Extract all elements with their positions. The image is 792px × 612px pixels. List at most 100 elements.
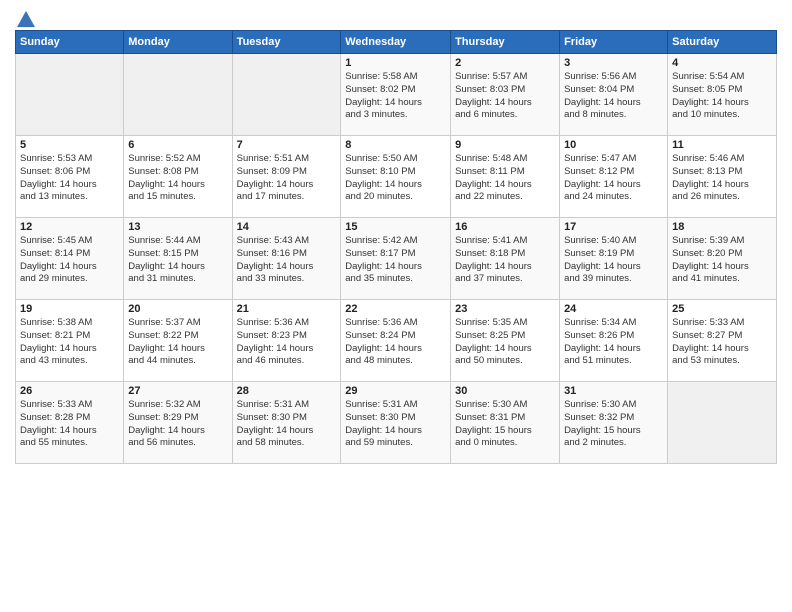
calendar-cell: 31 Sunrise: 5:30 AM Sunset: 8:32 PM Dayli… [560, 382, 668, 464]
calendar-week-5: 26 Sunrise: 5:33 AM Sunset: 8:28 PM Dayli… [16, 382, 777, 464]
calendar-cell: 17 Sunrise: 5:40 AM Sunset: 8:19 PM Dayli… [560, 218, 668, 300]
calendar-cell: 12 Sunrise: 5:45 AM Sunset: 8:14 PM Dayli… [16, 218, 124, 300]
day-info: Sunrise: 5:36 AM Sunset: 8:24 PM Dayligh… [345, 317, 446, 368]
calendar-cell [16, 54, 124, 136]
logo [15, 10, 35, 24]
day-info: Sunrise: 5:31 AM Sunset: 8:30 PM Dayligh… [237, 399, 337, 450]
calendar-week-1: 1 Sunrise: 5:58 AM Sunset: 8:02 PM Daylig… [16, 54, 777, 136]
calendar-body: 1 Sunrise: 5:58 AM Sunset: 8:02 PM Daylig… [16, 54, 777, 464]
day-number: 30 [455, 385, 555, 397]
day-number: 12 [20, 221, 119, 233]
day-number: 19 [20, 303, 119, 315]
day-number: 2 [455, 57, 555, 69]
calendar-cell: 26 Sunrise: 5:33 AM Sunset: 8:28 PM Dayli… [16, 382, 124, 464]
weekday-header-sunday: Sunday [16, 31, 124, 54]
weekday-header-tuesday: Tuesday [232, 31, 341, 54]
calendar-week-4: 19 Sunrise: 5:38 AM Sunset: 8:21 PM Dayli… [16, 300, 777, 382]
day-info: Sunrise: 5:34 AM Sunset: 8:26 PM Dayligh… [564, 317, 663, 368]
day-number: 27 [128, 385, 227, 397]
calendar-cell: 25 Sunrise: 5:33 AM Sunset: 8:27 PM Dayli… [668, 300, 777, 382]
day-info: Sunrise: 5:41 AM Sunset: 8:18 PM Dayligh… [455, 235, 555, 286]
day-info: Sunrise: 5:54 AM Sunset: 8:05 PM Dayligh… [672, 71, 772, 122]
calendar-table: SundayMondayTuesdayWednesdayThursdayFrid… [15, 30, 777, 464]
day-info: Sunrise: 5:38 AM Sunset: 8:21 PM Dayligh… [20, 317, 119, 368]
calendar-cell: 24 Sunrise: 5:34 AM Sunset: 8:26 PM Dayli… [560, 300, 668, 382]
weekday-header-friday: Friday [560, 31, 668, 54]
calendar-cell: 14 Sunrise: 5:43 AM Sunset: 8:16 PM Dayli… [232, 218, 341, 300]
day-info: Sunrise: 5:56 AM Sunset: 8:04 PM Dayligh… [564, 71, 663, 122]
day-number: 1 [345, 57, 446, 69]
calendar-cell: 9 Sunrise: 5:48 AM Sunset: 8:11 PM Daylig… [451, 136, 560, 218]
calendar-cell: 27 Sunrise: 5:32 AM Sunset: 8:29 PM Dayli… [124, 382, 232, 464]
calendar-cell: 19 Sunrise: 5:38 AM Sunset: 8:21 PM Dayli… [16, 300, 124, 382]
calendar-cell [232, 54, 341, 136]
day-info: Sunrise: 5:47 AM Sunset: 8:12 PM Dayligh… [564, 153, 663, 204]
day-number: 17 [564, 221, 663, 233]
calendar-week-3: 12 Sunrise: 5:45 AM Sunset: 8:14 PM Dayli… [16, 218, 777, 300]
day-info: Sunrise: 5:33 AM Sunset: 8:27 PM Dayligh… [672, 317, 772, 368]
day-number: 4 [672, 57, 772, 69]
day-info: Sunrise: 5:33 AM Sunset: 8:28 PM Dayligh… [20, 399, 119, 450]
day-info: Sunrise: 5:31 AM Sunset: 8:30 PM Dayligh… [345, 399, 446, 450]
day-info: Sunrise: 5:51 AM Sunset: 8:09 PM Dayligh… [237, 153, 337, 204]
calendar-cell [124, 54, 232, 136]
day-info: Sunrise: 5:36 AM Sunset: 8:23 PM Dayligh… [237, 317, 337, 368]
day-number: 3 [564, 57, 663, 69]
weekday-header-monday: Monday [124, 31, 232, 54]
day-number: 23 [455, 303, 555, 315]
calendar-cell: 4 Sunrise: 5:54 AM Sunset: 8:05 PM Daylig… [668, 54, 777, 136]
day-number: 7 [237, 139, 337, 151]
day-info: Sunrise: 5:32 AM Sunset: 8:29 PM Dayligh… [128, 399, 227, 450]
day-number: 6 [128, 139, 227, 151]
calendar-cell: 10Sunrise: 5:47 AM Sunset: 8:12 PM Dayli… [560, 136, 668, 218]
calendar-cell: 20Sunrise: 5:37 AM Sunset: 8:22 PM Dayli… [124, 300, 232, 382]
day-info: Sunrise: 5:40 AM Sunset: 8:19 PM Dayligh… [564, 235, 663, 286]
calendar-cell: 15Sunrise: 5:42 AM Sunset: 8:17 PM Dayli… [341, 218, 451, 300]
day-info: Sunrise: 5:35 AM Sunset: 8:25 PM Dayligh… [455, 317, 555, 368]
day-number: 21 [237, 303, 337, 315]
day-number: 24 [564, 303, 663, 315]
day-number: 26 [20, 385, 119, 397]
weekday-header-row: SundayMondayTuesdayWednesdayThursdayFrid… [16, 31, 777, 54]
day-info: Sunrise: 5:58 AM Sunset: 8:02 PM Dayligh… [345, 71, 446, 122]
day-number: 20 [128, 303, 227, 315]
day-number: 25 [672, 303, 772, 315]
calendar-cell: 23 Sunrise: 5:35 AM Sunset: 8:25 PM Dayli… [451, 300, 560, 382]
day-number: 8 [345, 139, 446, 151]
day-number: 29 [345, 385, 446, 397]
calendar-cell: 18 Sunrise: 5:39 AM Sunset: 8:20 PM Dayli… [668, 218, 777, 300]
day-number: 13 [128, 221, 227, 233]
calendar-header: SundayMondayTuesdayWednesdayThursdayFrid… [16, 31, 777, 54]
day-info: Sunrise: 5:53 AM Sunset: 8:06 PM Dayligh… [20, 153, 119, 204]
calendar-cell: 3 Sunrise: 5:56 AM Sunset: 8:04 PM Daylig… [560, 54, 668, 136]
day-info: Sunrise: 5:52 AM Sunset: 8:08 PM Dayligh… [128, 153, 227, 204]
calendar-cell: 1 Sunrise: 5:58 AM Sunset: 8:02 PM Daylig… [341, 54, 451, 136]
calendar-cell: 11Sunrise: 5:46 AM Sunset: 8:13 PM Dayli… [668, 136, 777, 218]
logo-icon [17, 10, 35, 28]
calendar-cell: 13Sunrise: 5:44 AM Sunset: 8:15 PM Dayli… [124, 218, 232, 300]
day-info: Sunrise: 5:50 AM Sunset: 8:10 PM Dayligh… [345, 153, 446, 204]
weekday-header-saturday: Saturday [668, 31, 777, 54]
day-info: Sunrise: 5:45 AM Sunset: 8:14 PM Dayligh… [20, 235, 119, 286]
calendar-cell [668, 382, 777, 464]
calendar-week-2: 5Sunrise: 5:53 AM Sunset: 8:06 PM Daylig… [16, 136, 777, 218]
day-info: Sunrise: 5:30 AM Sunset: 8:32 PM Dayligh… [564, 399, 663, 450]
day-number: 18 [672, 221, 772, 233]
day-number: 14 [237, 221, 337, 233]
calendar-cell: 21 Sunrise: 5:36 AM Sunset: 8:23 PM Dayli… [232, 300, 341, 382]
day-number: 9 [455, 139, 555, 151]
calendar-cell: 28 Sunrise: 5:31 AM Sunset: 8:30 PM Dayli… [232, 382, 341, 464]
day-info: Sunrise: 5:46 AM Sunset: 8:13 PM Dayligh… [672, 153, 772, 204]
day-number: 22 [345, 303, 446, 315]
day-info: Sunrise: 5:30 AM Sunset: 8:31 PM Dayligh… [455, 399, 555, 450]
day-info: Sunrise: 5:48 AM Sunset: 8:11 PM Dayligh… [455, 153, 555, 204]
day-number: 31 [564, 385, 663, 397]
day-number: 16 [455, 221, 555, 233]
day-number: 28 [237, 385, 337, 397]
day-info: Sunrise: 5:43 AM Sunset: 8:16 PM Dayligh… [237, 235, 337, 286]
calendar-page: SundayMondayTuesdayWednesdayThursdayFrid… [0, 0, 792, 612]
day-info: Sunrise: 5:42 AM Sunset: 8:17 PM Dayligh… [345, 235, 446, 286]
day-info: Sunrise: 5:39 AM Sunset: 8:20 PM Dayligh… [672, 235, 772, 286]
calendar-cell: 6 Sunrise: 5:52 AM Sunset: 8:08 PM Daylig… [124, 136, 232, 218]
calendar-cell: 22 Sunrise: 5:36 AM Sunset: 8:24 PM Dayli… [341, 300, 451, 382]
